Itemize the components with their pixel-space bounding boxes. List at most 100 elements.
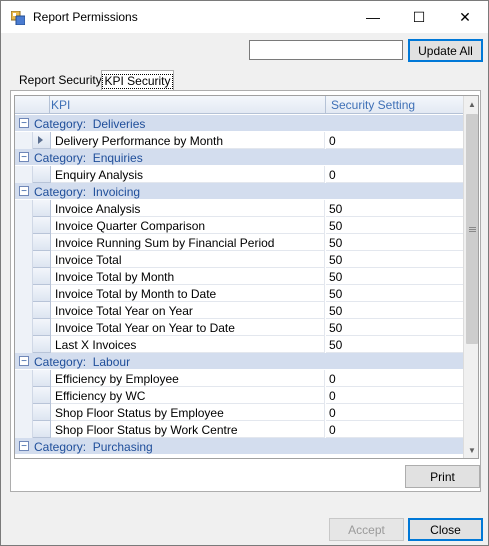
security-setting-cell[interactable]: 0 xyxy=(326,387,463,404)
security-setting-cell[interactable]: 50 xyxy=(326,302,463,319)
tab-kpi-security[interactable]: KPI Security xyxy=(101,70,174,91)
title-bar: Report Permissions — ☐ ✕ xyxy=(1,1,488,33)
collapse-icon[interactable]: − xyxy=(19,118,29,128)
column-separator xyxy=(325,96,326,113)
kpi-row[interactable]: Invoice Total 50 xyxy=(15,251,463,268)
row-selector[interactable] xyxy=(33,166,51,183)
tab-report-security[interactable]: Report Security xyxy=(15,73,106,90)
close-button[interactable]: Close xyxy=(408,518,483,541)
group-indent xyxy=(15,251,33,268)
kpi-row[interactable]: Invoice Total Year on Year to Date 50 xyxy=(15,319,463,336)
security-setting-cell[interactable]: 50 xyxy=(326,200,463,217)
kpi-cell: Efficiency by WC xyxy=(51,387,325,404)
group-indent xyxy=(15,268,33,285)
kpi-cell: Enquiry Analysis xyxy=(51,166,325,183)
kpi-row[interactable]: Invoice Running Sum by Financial Period 5… xyxy=(15,234,463,251)
kpi-cell: Invoice Running Sum by Financial Period xyxy=(51,234,325,251)
row-selector[interactable] xyxy=(33,251,51,268)
group-indent xyxy=(15,302,33,319)
collapse-icon[interactable]: − xyxy=(19,356,29,366)
kpi-cell: Efficiency by Employee xyxy=(51,370,325,387)
minimize-button[interactable]: — xyxy=(350,1,396,33)
kpi-row[interactable]: Invoice Quarter Comparison 50 xyxy=(15,217,463,234)
close-window-button[interactable]: ✕ xyxy=(442,1,488,33)
kpi-row[interactable]: Invoice Total by Month to Date 50 xyxy=(15,285,463,302)
maximize-button[interactable]: ☐ xyxy=(396,1,442,33)
window-title: Report Permissions xyxy=(33,10,138,24)
kpi-row[interactable]: Invoice Analysis 50 xyxy=(15,200,463,217)
kpi-row[interactable]: Invoice Total Year on Year 50 xyxy=(15,302,463,319)
kpi-grid: KPI Security Setting − Category: Deliveri… xyxy=(14,95,479,459)
collapse-icon[interactable]: − xyxy=(19,441,29,451)
security-setting-cell[interactable]: 0 xyxy=(326,404,463,421)
category-row[interactable]: − Category: Deliveries xyxy=(15,115,463,132)
update-all-button[interactable]: Update All xyxy=(408,39,483,62)
maximize-icon: ☐ xyxy=(412,8,426,25)
row-selector[interactable] xyxy=(33,319,51,336)
kpi-row[interactable]: Delivery Performance by Month 0 xyxy=(15,132,463,149)
row-selector[interactable] xyxy=(33,336,51,353)
kpi-row[interactable]: Efficiency by Employee 0 xyxy=(15,370,463,387)
security-setting-cell[interactable]: 50 xyxy=(326,251,463,268)
scroll-up-icon[interactable]: ▲ xyxy=(464,96,478,112)
security-setting-cell[interactable]: 50 xyxy=(326,268,463,285)
close-icon: ✕ xyxy=(459,8,471,25)
column-header-security-setting[interactable]: Security Setting xyxy=(331,98,415,112)
category-label: Category: Labour xyxy=(34,355,131,369)
security-setting-cell[interactable]: 50 xyxy=(326,217,463,234)
security-setting-cell[interactable]: 0 xyxy=(326,421,463,438)
search-input[interactable] xyxy=(249,40,403,60)
kpi-cell: Shop Floor Status by Work Centre xyxy=(51,421,325,438)
security-setting-cell[interactable]: 0 xyxy=(326,166,463,183)
group-indent xyxy=(15,336,33,353)
row-selector[interactable] xyxy=(33,285,51,302)
kpi-row[interactable]: Efficiency by WC 0 xyxy=(15,387,463,404)
row-selector[interactable] xyxy=(33,302,51,319)
kpi-row[interactable]: Invoice Total by Month 50 xyxy=(15,268,463,285)
kpi-cell: Invoice Total xyxy=(51,251,325,268)
kpi-cell: Invoice Quarter Comparison xyxy=(51,217,325,234)
category-row[interactable]: − Category: Purchasing xyxy=(15,438,463,455)
header-indicator-cell xyxy=(15,96,50,113)
group-indent xyxy=(15,421,33,438)
accept-button[interactable]: Accept xyxy=(329,518,404,541)
kpi-row[interactable]: Shop Floor Status by Work Centre 0 xyxy=(15,421,463,438)
row-selector[interactable] xyxy=(33,370,51,387)
group-indent xyxy=(15,200,33,217)
kpi-row[interactable]: Last X Invoices 50 xyxy=(15,336,463,353)
group-indent xyxy=(15,370,33,387)
row-selector[interactable] xyxy=(33,132,51,149)
row-selector[interactable] xyxy=(33,234,51,251)
row-selector[interactable] xyxy=(33,268,51,285)
security-setting-cell[interactable]: 50 xyxy=(326,319,463,336)
group-indent xyxy=(15,217,33,234)
category-row[interactable]: − Category: Enquiries xyxy=(15,149,463,166)
scroll-thumb[interactable] xyxy=(466,114,478,344)
category-row[interactable]: − Category: Invoicing xyxy=(15,183,463,200)
vertical-scrollbar[interactable]: ▲ ▼ xyxy=(463,96,478,458)
row-selector[interactable] xyxy=(33,387,51,404)
column-header-kpi[interactable]: KPI xyxy=(51,98,70,112)
row-selector[interactable] xyxy=(33,404,51,421)
grid-rows: − Category: Deliveries Delivery Performanc… xyxy=(15,115,463,455)
security-setting-cell[interactable]: 0 xyxy=(326,370,463,387)
collapse-icon[interactable]: − xyxy=(19,152,29,162)
app-icon xyxy=(11,11,25,25)
security-setting-cell[interactable]: 0 xyxy=(326,132,463,149)
row-selector[interactable] xyxy=(33,217,51,234)
group-indent xyxy=(15,404,33,421)
security-setting-cell[interactable]: 50 xyxy=(326,336,463,353)
kpi-row[interactable]: Shop Floor Status by Employee 0 xyxy=(15,404,463,421)
security-setting-cell[interactable]: 50 xyxy=(326,285,463,302)
category-row[interactable]: − Category: Labour xyxy=(15,353,463,370)
print-button[interactable]: Print xyxy=(405,465,480,488)
group-indent xyxy=(15,132,33,149)
collapse-icon[interactable]: − xyxy=(19,186,29,196)
category-label: Category: Deliveries xyxy=(34,117,146,131)
report-permissions-window: Report Permissions — ☐ ✕ Update All Repo… xyxy=(0,0,489,546)
security-setting-cell[interactable]: 50 xyxy=(326,234,463,251)
kpi-row[interactable]: Enquiry Analysis 0 xyxy=(15,166,463,183)
row-selector[interactable] xyxy=(33,200,51,217)
scroll-down-icon[interactable]: ▼ xyxy=(464,442,478,458)
row-selector[interactable] xyxy=(33,421,51,438)
